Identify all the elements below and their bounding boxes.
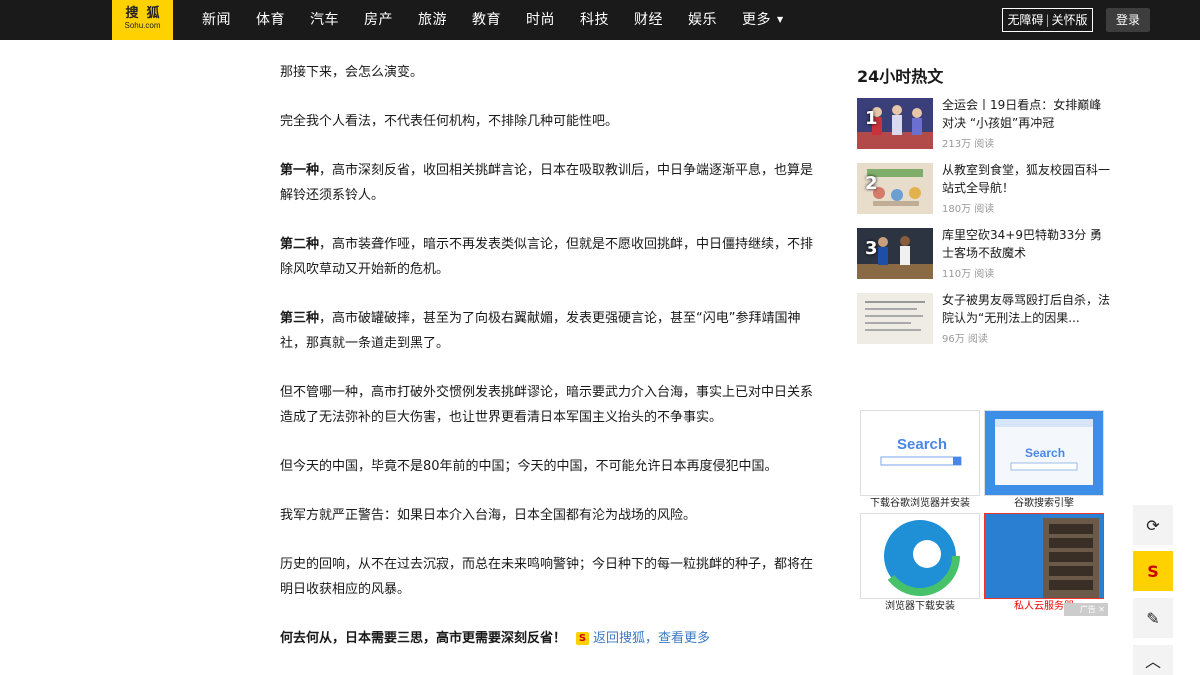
login-button[interactable]: 登录 (1106, 8, 1150, 32)
paragraph: 我军方就严正警告：如果日本介入台海，日本全国都有沦为战场的风险。 (280, 508, 697, 523)
edge-logo-image (861, 514, 979, 598)
nav-more[interactable]: 更多 ▼ (742, 0, 784, 40)
ad-caption[interactable]: 谷歌搜索引擎 (984, 497, 1104, 511)
ad-item[interactable]: 私人云服务器 (984, 513, 1104, 614)
nav-more-label: 更多 (742, 12, 771, 28)
close-icon[interactable]: ✕ (1098, 605, 1105, 614)
paragraph: 完全我个人看法，不代表任何机构，不排除几种可能性吧。 (280, 114, 619, 129)
nav-sports[interactable]: 体育 (256, 0, 285, 40)
nav-news[interactable]: 新闻 (202, 0, 231, 40)
document-image (857, 293, 933, 344)
paragraph: 但不管哪一种，高市打破外交惯例发表挑衅谬论，暗示要武力介入台海，事实上已对中日关… (280, 385, 814, 425)
hot-item[interactable]: 女子被男友辱骂殴打后自杀，法院认为“无刑法上的因果... 96万 阅读 (857, 293, 1117, 345)
refresh-button[interactable]: ⟳ (1133, 505, 1173, 545)
paragraph-lead: 第一种 (280, 163, 320, 178)
sohu-logo[interactable]: 搜狐 Sohu.com (112, 0, 173, 40)
hot-item-title[interactable]: 库里空砍34+9巴特勒33分 勇士客场不敌魔术 (942, 226, 1112, 262)
paragraph: 那接下来，会怎么演变。 (280, 65, 424, 80)
sohu-icon: S (1147, 561, 1159, 581)
accessibility-button[interactable]: 无障碍 | 关怀版 (1002, 8, 1093, 32)
browser-window-image: Search (985, 411, 1103, 495)
ad-tag[interactable]: 广告 ✕ (1064, 603, 1108, 616)
nav-tech[interactable]: 科技 (580, 0, 609, 40)
ad-caption[interactable]: 浏览器下载安装 (860, 600, 980, 614)
rank-number: 3 (865, 238, 878, 259)
ad-image-server[interactable] (984, 513, 1104, 599)
hot-item[interactable]: 3 库里空砍34+9巴特勒33分 勇士客场不敌魔术 110万 阅读 (857, 228, 1117, 280)
care-mode-label: 关怀版 (1051, 13, 1088, 27)
logo-en: Sohu.com (124, 21, 161, 30)
comment-button[interactable]: ✎ (1133, 598, 1173, 638)
channel-nav: 新闻 体育 汽车 房产 旅游 教育 时尚 科技 财经 娱乐 更多 ▼ (202, 0, 809, 40)
paragraph: 第二种，高市装聋作哑，暗示不再发表类似言论，但就是不愿收回挑衅，中日僵持继续，不… (280, 232, 820, 282)
server-rack-image (985, 514, 1103, 598)
closing-paragraph: 何去何从，日本需要三思，高市更需要深刻反省！ S 返回搜狐，查看更多 (280, 626, 820, 651)
nav-auto[interactable]: 汽车 (310, 0, 339, 40)
ad-item[interactable]: 浏览器下载安装 (860, 513, 980, 614)
paragraph: 但今天的中国，毕竟不是80年前的中国；今天的中国，不可能允许日本再度侵犯中国。 (280, 459, 778, 474)
back-to-sohu-link[interactable]: S 返回搜狐，查看更多 (576, 626, 710, 651)
ad-item[interactable]: Search 谷歌搜索引擎 (984, 410, 1104, 511)
nav-entertainment[interactable]: 娱乐 (688, 0, 717, 40)
paragraph-text: ，高市深刻反省，收回相关挑衅言论，日本在吸取教训后，中日争端逐渐平息，也算是解铃… (280, 163, 814, 203)
nav-travel[interactable]: 旅游 (418, 0, 447, 40)
divider: | (1045, 13, 1050, 27)
hot-item-title[interactable]: 女子被男友辱骂殴打后自杀，法院认为“无刑法上的因果... (942, 291, 1112, 327)
read-count: 110万 阅读 (942, 269, 995, 280)
closing-text: 何去何从，日本需要三思，高市更需要深刻反省！ (280, 631, 567, 646)
ad-item[interactable]: Search 下载谷歌浏览器并安装 (860, 410, 980, 511)
nav-finance[interactable]: 财经 (634, 0, 663, 40)
refresh-icon: ⟳ (1146, 515, 1160, 535)
ad-caption[interactable]: 下载谷歌浏览器并安装 (860, 497, 980, 511)
pencil-icon: ✎ (1146, 608, 1160, 628)
hot-list-title: 24小时热文 (857, 67, 944, 86)
ad-image-search[interactable]: Search (860, 410, 980, 496)
nav-fashion[interactable]: 时尚 (526, 0, 555, 40)
search-banner-image: Search (861, 411, 979, 495)
hot-item-thumbnail[interactable] (857, 293, 933, 344)
hot-item[interactable]: 2 从教室到食堂，狐友校园百科一站式全导航！ 180万 阅读 (857, 163, 1117, 215)
article-body: 那接下来，会怎么演变。 完全我个人看法，不代表任何机构，不排除几种可能性吧。 第… (280, 60, 820, 651)
paragraph-lead: 第二种 (280, 237, 320, 252)
read-count: 180万 阅读 (942, 204, 995, 215)
chevron-down-icon: ▼ (777, 15, 784, 24)
read-count: 96万 阅读 (942, 334, 988, 345)
ad-tag-label: 广告 (1079, 605, 1096, 614)
chevron-up-icon: ︿ (1144, 652, 1161, 671)
ad-image-edge[interactable] (860, 513, 980, 599)
read-count: 213万 阅读 (942, 139, 995, 150)
paragraph-text: ，高市破罐破摔，甚至为了向极右翼献媚，发表更强硬言论，甚至“闪电”参拜靖国神社，… (280, 311, 801, 351)
paragraph: 历史的回响，从不在过去沉寂，而总在未来鸣响警钟；今日种下的每一粒挑衅的种子，都将… (280, 557, 814, 597)
paragraph: 第一种，高市深刻反省，收回相关挑衅言论，日本在吸取教训后，中日争端逐渐平息，也算… (280, 158, 820, 208)
ad-search-text: Search (1025, 446, 1065, 460)
sohu-home-button[interactable]: S (1133, 551, 1173, 591)
paragraph-text: ，高市装聋作哑，暗示不再发表类似言论，但就是不愿收回挑衅，中日僵持继续，不排除风… (280, 237, 814, 277)
nav-house[interactable]: 房产 (364, 0, 393, 40)
nav-education[interactable]: 教育 (472, 0, 501, 40)
accessibility-label: 无障碍 (1007, 13, 1044, 27)
rank-number: 2 (865, 173, 878, 194)
hot-item-title[interactable]: 从教室到食堂，狐友校园百科一站式全导航！ (942, 161, 1112, 197)
paragraph: 第三种，高市破罐破摔，甚至为了向极右翼献媚，发表更强硬言论，甚至“闪电”参拜靖国… (280, 306, 820, 356)
ad-block: Search 下载谷歌浏览器并安装 Search 谷歌搜索引擎 浏览器下载安装 … (860, 410, 1104, 615)
hot-item[interactable]: 1 全运会丨19日看点：女排巅峰对决 “小孩姐”再冲冠 213万 阅读 (857, 98, 1117, 150)
ad-search-text: Search (897, 436, 947, 453)
back-link-label: 返回搜狐，查看更多 (593, 631, 711, 646)
paragraph-lead: 第三种 (280, 311, 320, 326)
hot-item-title[interactable]: 全运会丨19日看点：女排巅峰对决 “小孩姐”再冲冠 (942, 96, 1112, 132)
ad-image-engine[interactable]: Search (984, 410, 1104, 496)
back-to-top-button[interactable]: ︿ (1133, 645, 1173, 675)
rank-number: 1 (865, 108, 878, 129)
top-navigation-bar: 搜狐 Sohu.com 新闻 体育 汽车 房产 旅游 教育 时尚 科技 财经 娱… (0, 0, 1200, 40)
sohu-small-icon: S (576, 632, 590, 645)
logo-cn: 搜狐 (125, 6, 168, 21)
